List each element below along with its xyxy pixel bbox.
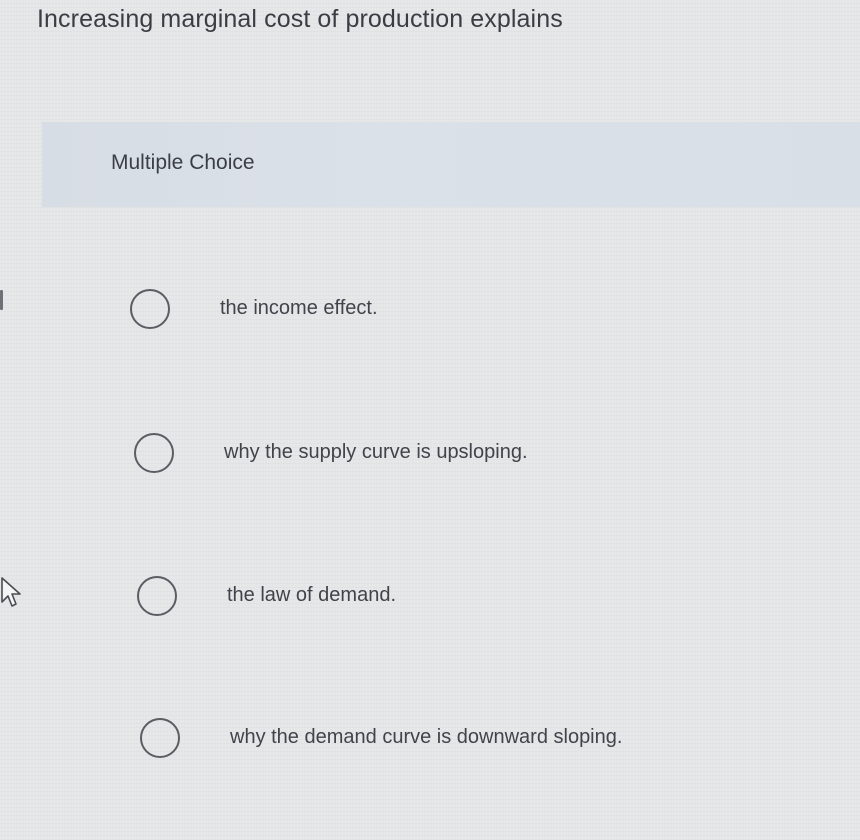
choice-option-1[interactable]: the income effect. xyxy=(130,289,770,339)
radio-unselected-icon[interactable] xyxy=(137,576,177,616)
choice-label: the law of demand. xyxy=(227,584,396,606)
question-text: Increasing marginal cost of production e… xyxy=(37,5,563,33)
choice-label: why the demand curve is downward sloping… xyxy=(230,726,623,748)
question-type-label: Multiple Choice xyxy=(111,151,255,174)
edge-mark xyxy=(0,290,3,310)
radio-unselected-icon[interactable] xyxy=(140,718,180,758)
multiple-choice-banner: Multiple Choice xyxy=(42,122,860,207)
choice-label: why the supply curve is upsloping. xyxy=(224,441,528,463)
mouse-pointer-icon xyxy=(1,577,21,607)
radio-unselected-icon[interactable] xyxy=(130,289,170,329)
choice-label: the income effect. xyxy=(220,297,378,319)
choice-option-2[interactable]: why the supply curve is upsloping. xyxy=(134,433,774,483)
choice-option-3[interactable]: the law of demand. xyxy=(137,576,777,626)
radio-unselected-icon[interactable] xyxy=(134,433,174,473)
choice-option-4[interactable]: why the demand curve is downward sloping… xyxy=(140,718,780,768)
